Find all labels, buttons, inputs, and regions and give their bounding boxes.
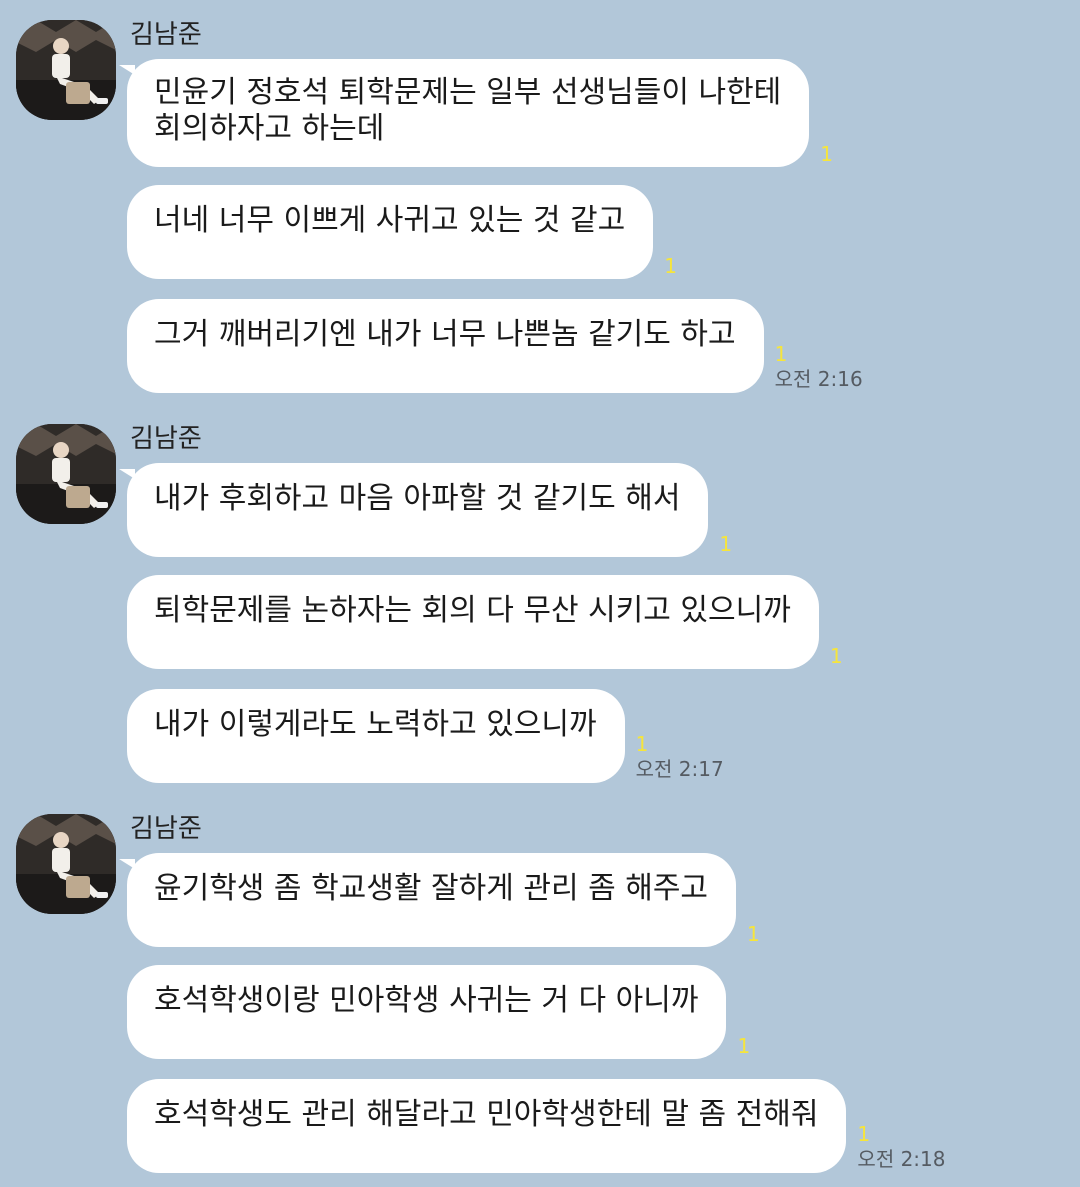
message-bubble[interactable]: 윤기학생 좀 학교생활 잘하게 관리 좀 해주고 bbox=[118, 853, 737, 947]
message-bubble[interactable]: 호석학생도 관리 해달라고 민아학생한테 말 좀 전해줘 bbox=[127, 1079, 847, 1173]
sender-name: 김남준 bbox=[130, 424, 202, 454]
message-text: 퇴학문제를 논하자는 회의 다 무산 시키고 있으니까 bbox=[154, 593, 791, 628]
profile-photo-icon bbox=[16, 424, 116, 524]
sender-name: 김남준 bbox=[130, 20, 202, 50]
profile-photo-icon bbox=[16, 20, 116, 120]
message-meta: 1 bbox=[719, 533, 732, 557]
message-bubble[interactable]: 내가 이렇게라도 노력하고 있으니까 bbox=[127, 689, 625, 783]
message-meta: 1 오전 2:16 bbox=[775, 343, 863, 393]
message-meta: 1 오전 2:18 bbox=[857, 1123, 945, 1173]
unread-count: 1 bbox=[635, 732, 649, 756]
message-row: 호석학생도 관리 해달라고 민아학생한테 말 좀 전해줘 1 오전 2:18 bbox=[127, 1079, 946, 1173]
message-meta: 1 bbox=[747, 923, 760, 947]
message-bubble[interactable]: 퇴학문제를 논하자는 회의 다 무산 시키고 있으니까 bbox=[127, 575, 819, 669]
timestamp: 오전 2:16 bbox=[774, 367, 863, 391]
unread-count: 1 bbox=[857, 1122, 871, 1146]
unread-count: 1 bbox=[719, 532, 733, 556]
message-text: 내가 후회하고 마음 아파할 것 같기도 해서 bbox=[154, 481, 681, 516]
message-row: 퇴학문제를 논하자는 회의 다 무산 시키고 있으니까 1 bbox=[127, 575, 843, 669]
message-text: 민윤기 정호석 퇴학문제는 일부 선생님들이 나한테 bbox=[154, 75, 782, 110]
message-text: 너네 너무 이쁘게 사귀고 있는 것 같고 bbox=[154, 203, 626, 238]
unread-count: 1 bbox=[774, 342, 788, 366]
sender-name: 김남준 bbox=[130, 814, 202, 844]
message-row: 내가 이렇게라도 노력하고 있으니까 1 오전 2:17 bbox=[127, 689, 724, 783]
message-meta: 1 오전 2:17 bbox=[636, 733, 724, 783]
message-text: 그거 깨버리기엔 내가 너무 나쁜놈 같기도 하고 bbox=[154, 317, 736, 352]
message-bubble[interactable]: 민윤기 정호석 퇴학문제는 일부 선생님들이 나한테 회의하자고 하는데 bbox=[118, 59, 810, 167]
message-bubble[interactable]: 너네 너무 이쁘게 사귀고 있는 것 같고 bbox=[127, 185, 654, 279]
message-meta: 1 bbox=[737, 1035, 750, 1059]
avatar[interactable] bbox=[16, 20, 116, 120]
message-row: 민윤기 정호석 퇴학문제는 일부 선생님들이 나한테 회의하자고 하는데 1 bbox=[118, 59, 833, 167]
timestamp: 오전 2:18 bbox=[857, 1147, 946, 1171]
message-text: 회의하자고 하는데 bbox=[154, 111, 385, 146]
message-bubble[interactable]: 그거 깨버리기엔 내가 너무 나쁜놈 같기도 하고 bbox=[127, 299, 764, 393]
message-row: 그거 깨버리기엔 내가 너무 나쁜놈 같기도 하고 1 오전 2:16 bbox=[127, 299, 863, 393]
message-row: 윤기학생 좀 학교생활 잘하게 관리 좀 해주고 1 bbox=[118, 853, 760, 947]
message-bubble[interactable]: 내가 후회하고 마음 아파할 것 같기도 해서 bbox=[118, 463, 709, 557]
profile-photo-icon bbox=[16, 814, 116, 914]
message-text: 호석학생이랑 민아학생 사귀는 거 다 아니까 bbox=[154, 983, 699, 1018]
avatar[interactable] bbox=[16, 424, 116, 524]
message-text: 내가 이렇게라도 노력하고 있으니까 bbox=[154, 707, 597, 742]
message-meta: 1 bbox=[664, 255, 677, 279]
message-row: 호석학생이랑 민아학생 사귀는 거 다 아니까 1 bbox=[127, 965, 750, 1059]
message-row: 내가 후회하고 마음 아파할 것 같기도 해서 1 bbox=[118, 463, 732, 557]
message-meta: 1 bbox=[830, 645, 843, 669]
message-meta: 1 bbox=[820, 143, 833, 167]
unread-count: 1 bbox=[747, 922, 760, 946]
message-text: 윤기학생 좀 학교생활 잘하게 관리 좀 해주고 bbox=[154, 871, 709, 906]
message-text: 호석학생도 관리 해달라고 민아학생한테 말 좀 전해줘 bbox=[154, 1097, 819, 1132]
timestamp: 오전 2:17 bbox=[635, 757, 724, 781]
unread-count: 1 bbox=[737, 1034, 751, 1058]
message-bubble[interactable]: 호석학생이랑 민아학생 사귀는 거 다 아니까 bbox=[127, 965, 727, 1059]
avatar[interactable] bbox=[16, 814, 116, 914]
unread-count: 1 bbox=[829, 644, 843, 668]
unread-count: 1 bbox=[820, 142, 834, 166]
unread-count: 1 bbox=[664, 254, 677, 278]
message-row: 너네 너무 이쁘게 사귀고 있는 것 같고 1 bbox=[127, 185, 677, 279]
